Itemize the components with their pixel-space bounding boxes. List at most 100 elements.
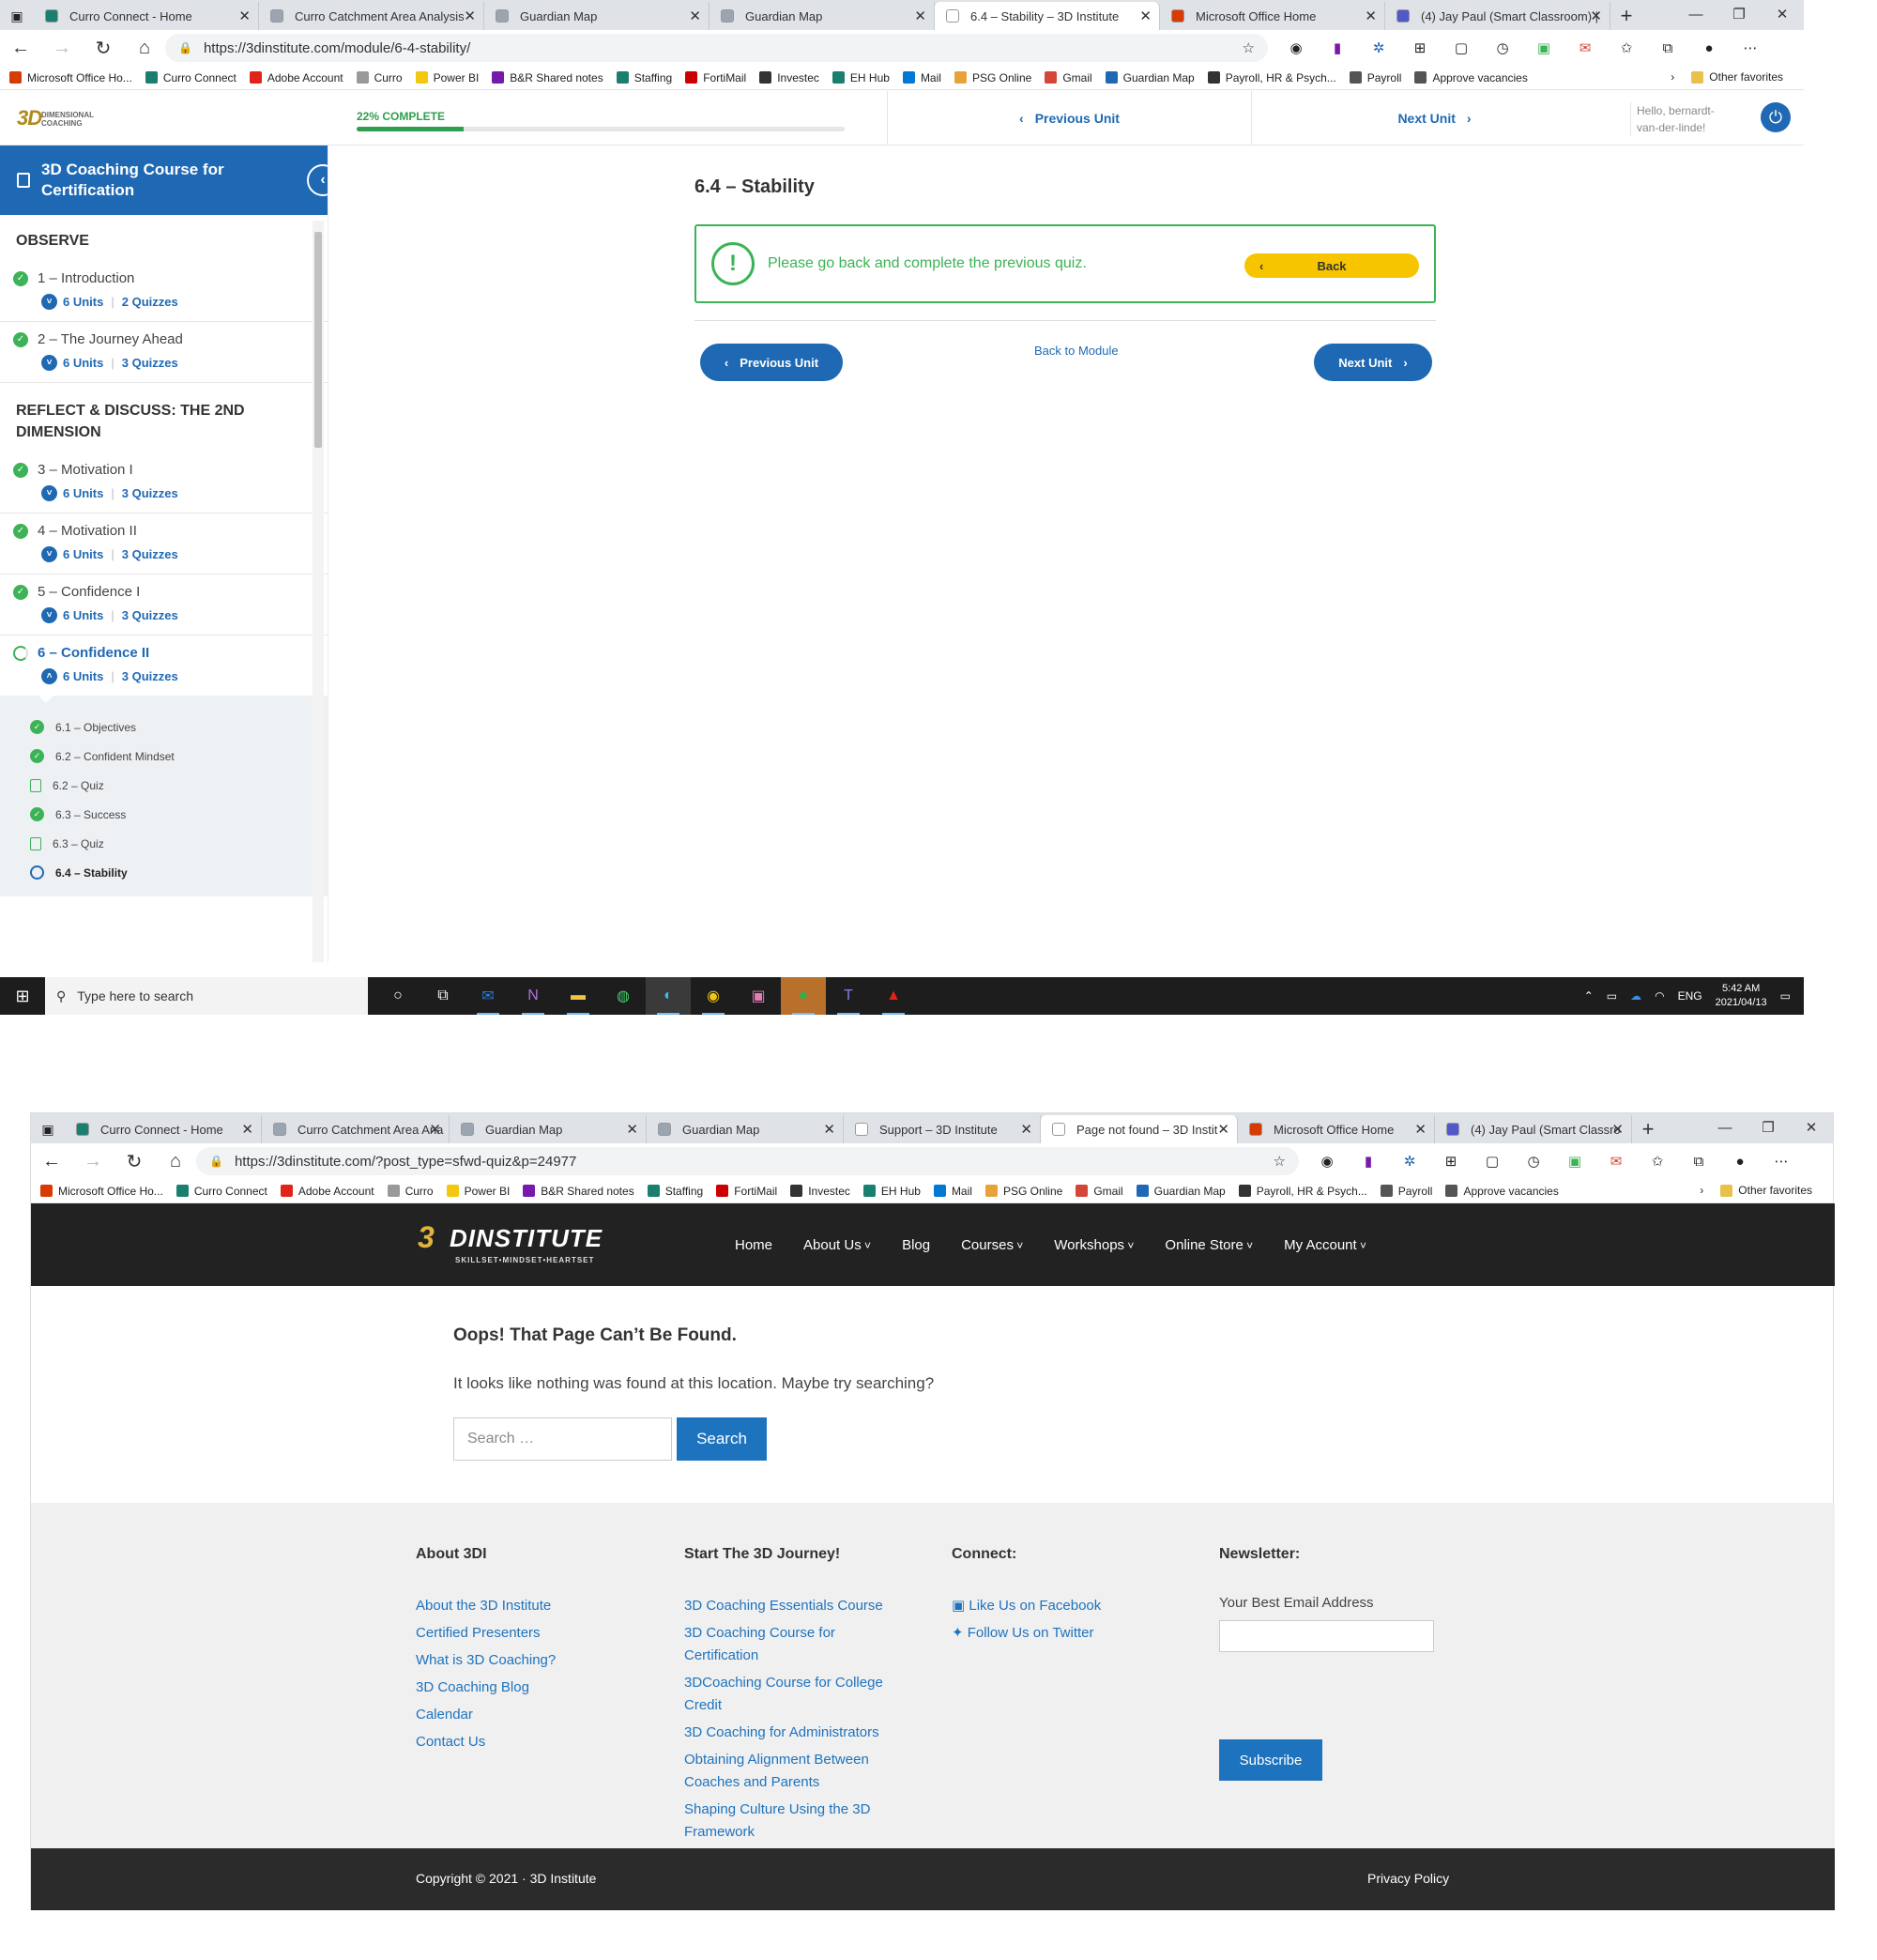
close-tab-icon[interactable]: ✕ xyxy=(914,8,926,24)
favorite-link[interactable]: Payroll xyxy=(1380,1185,1432,1198)
unit-item[interactable]: ✓ 6.1 – Objectives xyxy=(0,712,328,742)
close-tab-icon[interactable]: ✕ xyxy=(238,8,251,24)
screenshot-icon[interactable]: ▢ xyxy=(1472,1147,1513,1175)
browser-tab[interactable]: Support – 3D Institute ✕ xyxy=(844,1115,1041,1143)
close-tab-icon[interactable]: ✕ xyxy=(689,8,701,24)
restore-icon[interactable]: ❐ xyxy=(1717,0,1761,28)
minimize-icon[interactable]: — xyxy=(1674,0,1717,28)
favorite-link[interactable]: Gmail xyxy=(1045,71,1092,84)
favorite-link[interactable]: FortiMail xyxy=(685,71,746,84)
email-field[interactable] xyxy=(1219,1620,1434,1652)
more-icon[interactable]: ⋯ xyxy=(1761,1147,1802,1175)
chevron-down-icon[interactable]: ˅ xyxy=(41,607,57,623)
browser-tab[interactable]: Guardian Map ✕ xyxy=(484,2,710,30)
chevron-up-icon[interactable]: ˄ xyxy=(41,668,57,684)
footer-link[interactable]: Contact Us xyxy=(416,1731,632,1753)
grid-icon[interactable]: ⊞ xyxy=(1399,34,1441,62)
tab-actions-icon[interactable]: ▣ xyxy=(31,1115,65,1143)
back-to-module-link[interactable]: Back to Module xyxy=(1034,344,1119,358)
footer-link[interactable]: Calendar xyxy=(416,1704,632,1726)
lesson-item[interactable]: 6 – Confidence II ˄ 6 Units | 3 Quizzes xyxy=(0,635,328,696)
chevron-down-icon[interactable]: ˅ xyxy=(41,485,57,501)
course-title-header[interactable]: 3D Coaching Course for Certification ‹ xyxy=(0,145,328,215)
browser-tab[interactable]: Page not found – 3D Instit ✕ xyxy=(1041,1115,1238,1143)
favorite-link[interactable]: Microsoft Office Ho... xyxy=(9,71,132,84)
unit-item[interactable]: 6.3 – Quiz xyxy=(0,829,328,858)
favorite-link[interactable]: Investec xyxy=(759,71,819,84)
collections-icon[interactable]: ⧉ xyxy=(1647,34,1688,62)
close-tab-icon[interactable]: ✕ xyxy=(823,1121,835,1138)
unit-item[interactable]: 6.2 – Quiz xyxy=(0,771,328,800)
favorite-link[interactable]: Staffing xyxy=(616,71,672,84)
logout-icon[interactable]: ⏻ xyxy=(1761,102,1791,132)
extension-icon[interactable]: ✲ xyxy=(1358,34,1399,62)
footer-link[interactable]: 3D Coaching for Administrators xyxy=(684,1722,895,1744)
menu-item[interactable]: My Account ˅ xyxy=(1284,1237,1366,1253)
profile-avatar[interactable]: ● xyxy=(1719,1147,1761,1175)
language-indicator[interactable]: ENG xyxy=(1678,989,1702,1003)
close-tab-icon[interactable]: ✕ xyxy=(1139,8,1152,24)
browser-tab[interactable]: (4) Jay Paul (Smart Classroom) | ✕ xyxy=(1385,2,1610,30)
add-favorite-icon[interactable]: ☆ xyxy=(1243,39,1255,56)
close-tab-icon[interactable]: ✕ xyxy=(626,1121,638,1138)
previous-unit-link[interactable]: ‹ Previous Unit xyxy=(887,91,1251,145)
lesson-item[interactable]: ✓ 2 – The Journey Ahead ˅ 6 Units | 3 Quizzes xyxy=(0,322,328,383)
favorite-link[interactable]: Mail xyxy=(933,1185,972,1198)
clock[interactable]: 5:42 AM 2021/04/13 xyxy=(1716,982,1767,1010)
footer-link[interactable]: Obtaining Alignment Between Coaches and … xyxy=(684,1749,895,1794)
menu-item[interactable]: Home xyxy=(735,1237,772,1253)
extension-icon[interactable]: ◉ xyxy=(1306,1147,1348,1175)
windows-start-icon[interactable]: ⊞ xyxy=(0,977,45,1015)
screenshot-icon[interactable]: ▢ xyxy=(1441,34,1482,62)
minimize-icon[interactable]: — xyxy=(1703,1113,1747,1141)
footer-link[interactable]: What is 3D Coaching? xyxy=(416,1649,632,1672)
close-tab-icon[interactable]: ✕ xyxy=(1414,1121,1427,1138)
profile-avatar[interactable]: ● xyxy=(1688,34,1730,62)
refresh-icon[interactable]: ↻ xyxy=(114,1143,155,1179)
browser-tab[interactable]: 6.4 – Stability – 3D Institute ✕ xyxy=(935,2,1160,30)
favorite-link[interactable]: Power BI xyxy=(415,71,479,84)
menu-item[interactable]: About Us ˅ xyxy=(803,1237,871,1253)
extension-icon[interactable]: ▣ xyxy=(1523,34,1564,62)
more-icon[interactable]: ⋯ xyxy=(1730,34,1771,62)
favorite-link[interactable]: Curro Connect xyxy=(145,71,237,84)
favorites-icon[interactable]: ✩ xyxy=(1606,34,1647,62)
menu-item[interactable]: Workshops ˅ xyxy=(1054,1237,1134,1253)
url-field[interactable]: 🔒 https://3dinstitute.com/?post_type=sfw… xyxy=(196,1147,1299,1175)
favorite-link[interactable]: Curro xyxy=(356,71,403,84)
browser-tab[interactable]: Guardian Map ✕ xyxy=(710,2,935,30)
other-favorites[interactable]: Other favorites xyxy=(1720,1184,1812,1197)
search-button[interactable]: Search xyxy=(677,1417,767,1461)
favorite-link[interactable]: Approve vacancies xyxy=(1445,1185,1559,1198)
favorite-link[interactable]: FortiMail xyxy=(716,1185,777,1198)
taskbar-search[interactable]: ⚲ Type here to search xyxy=(45,977,368,1015)
refresh-icon[interactable]: ↻ xyxy=(83,30,124,66)
whatsapp-icon[interactable]: ◍ xyxy=(601,977,646,1015)
gmail-icon[interactable]: ✉ xyxy=(1595,1147,1637,1175)
browser-tab[interactable]: (4) Jay Paul (Smart Classro ✕ xyxy=(1435,1115,1632,1143)
favorite-link[interactable]: Payroll, HR & Psych... xyxy=(1238,1185,1367,1198)
back-icon[interactable]: ← xyxy=(31,1143,72,1179)
clock-icon[interactable]: ◷ xyxy=(1513,1147,1554,1175)
chevron-right-icon[interactable]: › xyxy=(1671,70,1674,84)
home-icon[interactable]: ⌂ xyxy=(124,30,165,66)
unit-item[interactable]: 6.4 – Stability xyxy=(0,858,328,887)
twitter-link[interactable]: ✦ Follow Us on Twitter xyxy=(952,1622,1167,1645)
lesson-item[interactable]: ✓ 3 – Motivation I ˅ 6 Units | 3 Quizzes xyxy=(0,452,328,513)
favorite-link[interactable]: Curro Connect xyxy=(175,1185,267,1198)
footer-link[interactable]: Certified Presenters xyxy=(416,1622,632,1645)
favorite-link[interactable]: Adobe Account xyxy=(280,1185,374,1198)
favorite-link[interactable]: EH Hub xyxy=(832,71,890,84)
lesson-item[interactable]: ✓ 1 – Introduction ˅ 6 Units | 2 Quizzes xyxy=(0,261,328,322)
file-explorer-icon[interactable]: ▬ xyxy=(556,977,601,1015)
photos-icon[interactable]: ▣ xyxy=(736,977,781,1015)
favorite-link[interactable]: Microsoft Office Ho... xyxy=(40,1185,163,1198)
add-favorite-icon[interactable]: ☆ xyxy=(1274,1153,1286,1170)
next-unit-link[interactable]: Next Unit › xyxy=(1251,91,1617,145)
footer-link[interactable]: 3D Coaching Blog xyxy=(416,1677,632,1699)
lesson-item[interactable]: ✓ 4 – Motivation II ˅ 6 Units | 3 Quizzes xyxy=(0,513,328,574)
close-window-icon[interactable]: ✕ xyxy=(1790,1113,1833,1141)
favorite-link[interactable]: Guardian Map xyxy=(1136,1185,1226,1198)
favorite-link[interactable]: Staffing xyxy=(647,1185,703,1198)
close-window-icon[interactable]: ✕ xyxy=(1761,0,1804,28)
